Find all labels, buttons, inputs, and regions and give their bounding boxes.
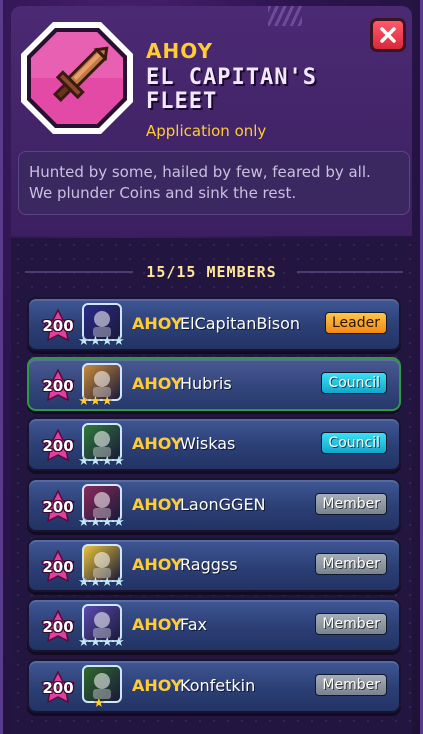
description-line-2: We plunder Coins and sink the rest. [29,184,297,202]
star-icon: ★ [89,334,102,349]
level-value: 200 [42,437,74,455]
member-name[interactable]: LaonGGEN [180,495,266,514]
description-line-1: Hunted by some, hailed by few, feared by… [29,163,371,181]
member-row[interactable]: 200 ★ ★ ★ ★ AHOY Raggss Member [27,538,401,592]
star-icon: ★ [78,454,90,469]
member-name[interactable]: Konfetkin [180,676,255,695]
member-row[interactable]: 200 ★ ★ ★ ★ AHOY LaonGGEN Member [27,478,401,532]
role-badge: Council [321,432,387,454]
level-value: 200 [42,618,74,636]
clan-description: Hunted by some, hailed by few, feared by… [18,151,410,215]
star-icon: ★ [101,515,113,530]
member-clan-tag: AHOY [132,555,183,574]
star-rating: ★ ★ ★ ★ [78,576,125,590]
role-badge: Member [315,674,387,696]
level-value: 200 [42,679,74,697]
level-badge: 200 [41,429,75,461]
star-icon: ★ [112,515,125,530]
members-count-header: 15/15 MEMBERS [146,263,277,281]
level-value: 200 [42,377,74,395]
member-clan-tag: AHOY [132,676,183,695]
join-type: Application only [146,122,267,140]
star-icon: ★ [89,394,102,409]
close-icon [380,27,396,43]
level-value: 200 [42,317,74,335]
level-badge: 200 [41,671,75,703]
level-value: 200 [42,558,74,576]
role-badge: Leader [324,312,387,334]
role-badge: Member [315,553,387,575]
role-badge: Member [315,613,387,635]
level-badge: 200 [41,369,75,401]
level-badge: 200 [41,490,75,522]
star-icon: ★ [112,454,125,469]
member-name[interactable]: ElCapitanBison [180,314,300,333]
star-rating: ★ ★ ★ ★ [78,455,125,469]
member-row[interactable]: 200 ★ ★ ★ ★ AHOY Fax Member [27,598,401,652]
star-icon: ★ [89,454,102,469]
star-icon: ★ [101,394,113,409]
member-name[interactable]: Wiskas [180,434,235,453]
member-row[interactable]: 200 ★ ★ ★ AHOY Hubris Council [27,357,401,411]
star-icon: ★ [101,635,113,650]
star-icon: ★ [112,575,125,590]
clan-name: EL CAPITAN'S FLEET [146,66,366,114]
decor-stripe [268,6,302,26]
level-badge: 200 [41,309,75,341]
star-icon: ★ [101,454,113,469]
star-icon: ★ [78,515,90,530]
member-clan-tag: AHOY [132,615,183,634]
role-badge: Council [321,372,387,394]
star-icon: ★ [78,635,90,650]
star-icon: ★ [101,575,113,590]
star-rating: ★ ★ ★ [78,395,113,409]
star-icon: ★ [112,334,125,349]
level-badge: 200 [41,610,75,642]
member-row[interactable]: 200 ★ ★ ★ ★ AHOY Wiskas Council [27,417,401,471]
clan-name-line-2: FLEET [146,89,218,114]
star-icon: ★ [89,635,102,650]
star-icon: ★ [78,575,90,590]
star-icon: ★ [78,394,90,409]
star-rating: ★ ★ ★ ★ [78,335,125,349]
star-rating: ★ [93,697,105,711]
star-icon: ★ [112,635,125,650]
star-rating: ★ ★ ★ ★ [78,516,125,530]
clan-info-panel: AHOY EL CAPITAN'S FLEET Application only… [0,0,423,734]
star-icon: ★ [93,696,105,711]
star-rating: ★ ★ ★ ★ [78,636,125,650]
level-badge: 200 [41,550,75,582]
star-icon: ★ [89,515,102,530]
member-clan-tag: AHOY [132,434,183,453]
level-value: 200 [42,498,74,516]
close-button[interactable] [370,18,406,52]
member-row[interactable]: 200 ★ AHOY Konfetkin Member [27,659,401,713]
member-clan-tag: AHOY [132,495,183,514]
member-name[interactable]: Raggss [180,555,238,574]
star-icon: ★ [78,334,90,349]
member-name[interactable]: Fax [180,615,207,634]
star-icon: ★ [89,575,102,590]
role-badge: Member [315,493,387,515]
member-clan-tag: AHOY [132,374,183,393]
member-clan-tag: AHOY [132,314,183,333]
clan-tag: AHOY [146,39,213,63]
member-row[interactable]: 200 ★ ★ ★ ★ AHOY ElCapitanBison Leader [27,297,401,351]
clan-name-line-1: EL CAPITAN'S [146,65,317,90]
member-name[interactable]: Hubris [180,374,232,393]
star-icon: ★ [101,334,113,349]
clan-emblem [19,20,135,136]
